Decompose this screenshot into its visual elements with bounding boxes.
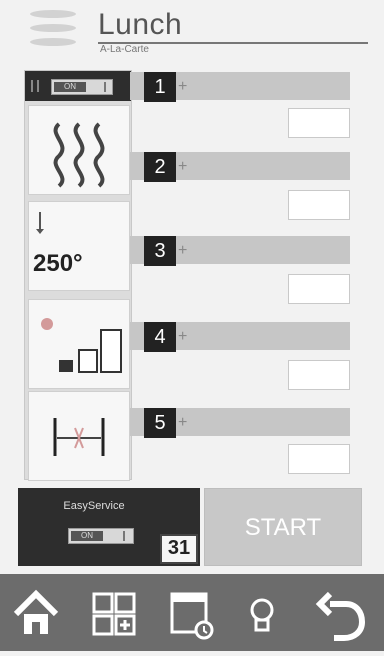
home-button[interactable] — [6, 574, 66, 651]
heat-icon — [53, 122, 105, 188]
tips-button[interactable] — [232, 574, 292, 651]
slot-plus-2[interactable]: + — [178, 158, 187, 176]
calendar-schedule-icon — [170, 592, 214, 640]
page-subtitle: A-La-Carte — [100, 44, 149, 55]
page-title: Lunch — [98, 8, 183, 41]
easyservice-toggle[interactable]: ON — [68, 528, 134, 544]
heat-mode-tile[interactable] — [28, 105, 130, 195]
easyservice-label: EasyService — [63, 500, 125, 512]
settings-column: ON 250° — [24, 70, 132, 481]
slot-label-4: 4 — [144, 322, 176, 352]
temperature-tile[interactable]: 250° — [28, 201, 130, 291]
rack-position-tile[interactable] — [28, 391, 130, 481]
rack-icon — [53, 418, 105, 456]
temperature-value: 250° — [33, 250, 83, 277]
grid-add-button[interactable] — [84, 574, 144, 651]
slot-label-5: 5 — [144, 408, 176, 438]
header: Lunch A-La-Carte — [0, 0, 384, 64]
column-toggle-row: ON — [25, 71, 131, 101]
footer-nav — [0, 574, 384, 651]
toggle-thumb: ON — [71, 531, 103, 541]
calendar-schedule-button[interactable] — [160, 574, 220, 651]
start-button[interactable]: START — [204, 488, 362, 566]
slot-label-3: 3 — [144, 236, 176, 266]
slot-input-3[interactable] — [288, 274, 350, 304]
slot-input-1[interactable] — [288, 108, 350, 138]
slot-input-2[interactable] — [288, 190, 350, 220]
column-toggle[interactable]: ON — [51, 79, 113, 95]
pause-icon — [31, 80, 39, 92]
undo-icon — [315, 591, 366, 641]
slot-input-5[interactable] — [288, 444, 350, 474]
slot-label-1: 1 — [144, 72, 176, 102]
calendar-day-badge: 31 — [160, 534, 198, 564]
grid-add-icon — [92, 592, 136, 636]
slot-plus-4[interactable]: + — [178, 328, 187, 346]
undo-button[interactable] — [310, 574, 370, 651]
stack-logo-icon — [30, 10, 78, 54]
easyservice-panel[interactable]: EasyService ON 31 — [18, 488, 200, 566]
thermometer-icon — [36, 212, 44, 234]
bulb-icon — [250, 598, 274, 632]
fan-level-icon — [41, 318, 122, 373]
home-icon — [13, 589, 59, 634]
fan-level-tile[interactable] — [28, 299, 130, 389]
slot-plus-1[interactable]: + — [178, 78, 187, 96]
toggle-thumb: ON — [54, 82, 86, 92]
slot-input-4[interactable] — [288, 360, 350, 390]
slot-plus-5[interactable]: + — [178, 414, 187, 432]
slot-label-2: 2 — [144, 152, 176, 182]
slot-plus-3[interactable]: + — [178, 242, 187, 260]
